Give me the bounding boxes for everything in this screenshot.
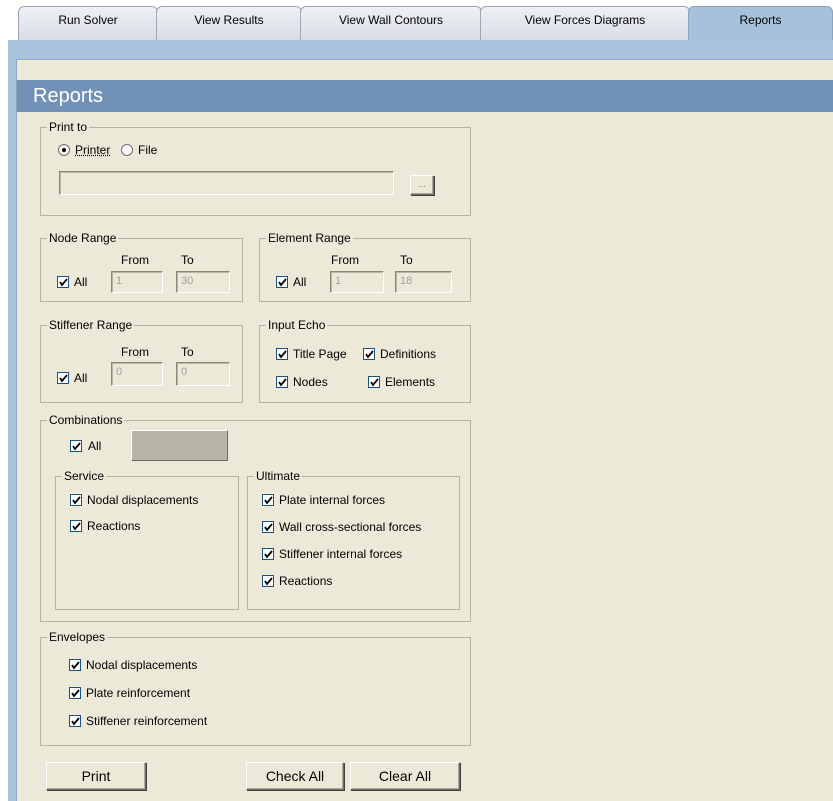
service-reactions-label: Reactions [87,519,141,533]
ultimate-plate-internal-forces-checkbox[interactable] [262,494,274,506]
title-page-label: Title Page [293,347,347,361]
element-range-group: Element Range From To All 1 18 [259,231,471,302]
tab-reports[interactable]: Reports [688,6,833,40]
envelope-nodal-displacements-label: Nodal displacements [86,658,198,672]
service-reactions-checkbox[interactable] [70,520,82,532]
tab-view-wall-contours[interactable]: View Wall Contours [300,6,482,40]
envelopes-legend: Envelopes [47,630,108,644]
node-range-legend: Node Range [47,231,119,245]
ultimate-wall-cross-sectional-forces-label: Wall cross-sectional forces [279,520,422,534]
node-to-input[interactable]: 30 [176,271,230,293]
check-all-button[interactable]: Check All [246,762,344,790]
file-radio[interactable] [121,144,133,156]
file-label: File [138,143,158,157]
stiffener-range-group: Stiffener Range From To All 0 0 [40,318,243,403]
input-echo-group: Input Echo Title Page Definitions Nodes … [259,318,471,403]
page-title: Reports [17,80,833,112]
file-path-input[interactable] [59,171,394,195]
tab-run-solver[interactable]: Run Solver [18,6,158,40]
element-all-checkbox[interactable] [276,276,288,288]
input-echo-legend: Input Echo [266,318,328,332]
definitions-label: Definitions [380,347,437,361]
elements-checkbox[interactable] [368,376,380,388]
printer-radio[interactable] [58,144,70,156]
service-nodal-displacements-checkbox[interactable] [70,494,82,506]
combinations-all-checkbox[interactable] [70,440,82,452]
stiffener-to-label: To [181,345,194,359]
tab-view-results[interactable]: View Results [156,6,302,40]
ultimate-stiffener-internal-forces-label: Stiffener internal forces [279,547,403,561]
print-to-legend: Print to [47,120,90,134]
ultimate-reactions-label: Reactions [279,574,333,588]
node-from-input[interactable]: 1 [111,271,163,293]
ultimate-reactions-checkbox[interactable] [262,575,274,587]
printer-label: Printer [75,143,111,157]
ultimate-stiffener-internal-forces-checkbox[interactable] [262,548,274,560]
combinations-all-label: All [88,439,102,453]
elements-label: Elements [385,375,436,389]
service-legend: Service [62,469,107,483]
element-from-label: From [331,253,359,267]
node-range-group: Node Range From To All 1 30 [40,231,243,302]
node-all-checkbox[interactable] [57,276,69,288]
element-from-input[interactable]: 1 [330,271,384,293]
stiffener-all-label: All [74,371,88,385]
ultimate-group: Ultimate Plate internal forces Wall cros… [247,469,460,610]
envelope-plate-reinforcement-checkbox[interactable] [69,687,81,699]
print-to-group: Print to Printer File ... [40,120,471,216]
nodes-checkbox[interactable] [276,376,288,388]
clear-all-button[interactable]: Clear All [350,762,460,790]
envelope-plate-reinforcement-label: Plate reinforcement [86,686,191,700]
service-nodal-displacements-label: Nodal displacements [87,493,199,507]
title-page-checkbox[interactable] [276,348,288,360]
envelope-stiffener-reinforcement-checkbox[interactable] [69,715,81,727]
node-all-label: All [74,275,88,289]
element-range-legend: Element Range [266,231,353,245]
browse-button[interactable]: ... [410,175,434,195]
node-to-label: To [181,253,194,267]
definitions-checkbox[interactable] [363,348,375,360]
envelope-nodal-displacements-checkbox[interactable] [69,659,81,671]
stiffener-range-legend: Stiffener Range [47,318,135,332]
combinations-group: Combinations All Service Nodal displacem… [40,413,471,622]
envelope-stiffener-reinforcement-label: Stiffener reinforcement [86,714,208,728]
envelopes-group: Envelopes Nodal displacements Plate rein… [40,630,471,746]
nodes-label: Nodes [293,375,328,389]
node-from-label: From [121,253,149,267]
combination-selector[interactable] [131,430,228,461]
ultimate-legend: Ultimate [254,469,303,483]
element-to-label: To [400,253,413,267]
combinations-legend: Combinations [47,413,125,427]
element-to-input[interactable]: 18 [395,271,452,293]
service-group: Service Nodal displacements Reactions [55,469,239,610]
stiffener-all-checkbox[interactable] [57,372,69,384]
tab-view-forces-diagrams[interactable]: View Forces Diagrams [480,6,690,40]
stiffener-to-input[interactable]: 0 [176,362,230,386]
print-button[interactable]: Print [46,762,146,790]
tab-bar: Run Solver View Results View Wall Contou… [0,0,833,44]
stiffener-from-input[interactable]: 0 [111,362,163,386]
ultimate-wall-cross-sectional-forces-checkbox[interactable] [262,521,274,533]
stiffener-from-label: From [121,345,149,359]
ultimate-plate-internal-forces-label: Plate internal forces [279,493,386,507]
element-all-label: All [293,275,307,289]
